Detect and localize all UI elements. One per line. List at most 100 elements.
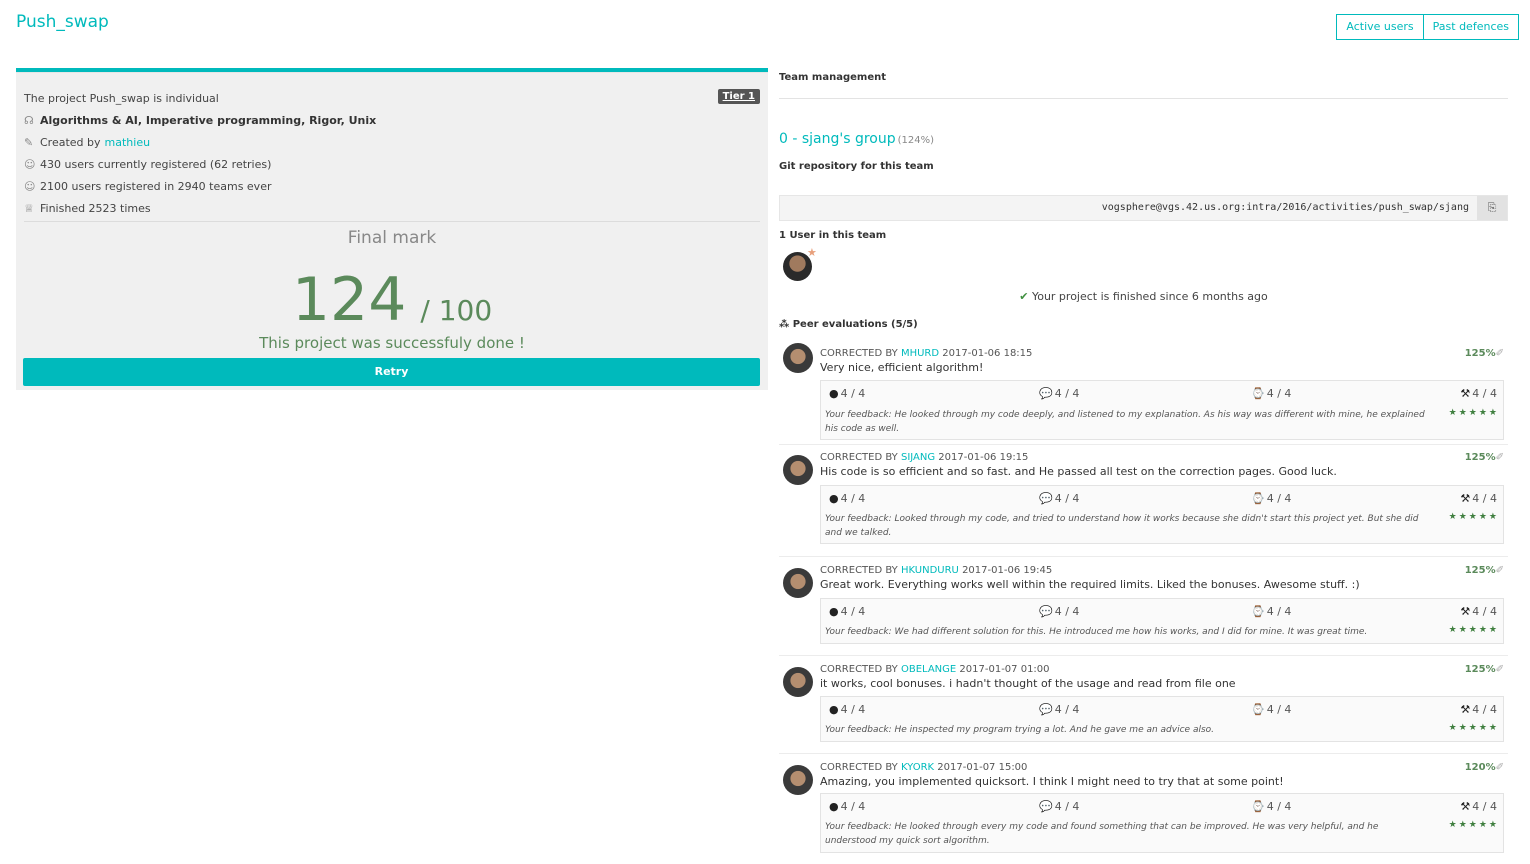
skills-icon: ☊: [24, 113, 34, 127]
criterion-4: ⚒ 4 / 4: [1460, 605, 1497, 618]
evaluation-date: 2017-01-07 01:00: [959, 664, 1050, 675]
group-pct: (124%): [897, 135, 935, 146]
evaluation-meta: CORRECTED BY mhurd 2017-01-06 18:15: [820, 348, 1032, 359]
criterion-value: 4 / 4: [1266, 387, 1292, 400]
avatar[interactable]: [783, 765, 813, 795]
edit-icon[interactable]: ✐: [1496, 452, 1504, 463]
peer-icon: ⁂: [779, 319, 790, 330]
avatar[interactable]: [783, 455, 813, 485]
evaluation-meta: CORRECTED BY sijang 2017-01-06 19:15: [820, 452, 1028, 463]
dot-icon: ●: [829, 703, 839, 716]
evaluation-date: 2017-01-07 15:00: [937, 762, 1028, 773]
retry-button[interactable]: Retry: [23, 358, 760, 386]
success-message: This project was successfuly done !: [259, 334, 525, 352]
avatar[interactable]: [783, 568, 813, 598]
evaluation-comment: Great work. Everything works well within…: [820, 578, 1360, 591]
check-icon: ✔: [1019, 290, 1029, 303]
watch-icon: ⌚: [1251, 492, 1265, 505]
teams-text: 2100 users registered in 2940 teams ever: [40, 179, 272, 193]
avatar[interactable]: [783, 667, 813, 697]
criterion-1: ● 4 / 4: [829, 492, 865, 505]
project-creator-line: ✎ Created by mathieu: [24, 131, 760, 153]
criterion-2: 💬 4 / 4: [1039, 800, 1079, 813]
team-management-heading: Team management: [779, 72, 887, 83]
avatar[interactable]: [783, 343, 813, 373]
criterion-3: ⌚ 4 / 4: [1251, 492, 1291, 505]
criterion-2: 💬 4 / 4: [1039, 605, 1079, 618]
evaluation-score: 125%✐: [1465, 348, 1504, 359]
criterion-value: 4 / 4: [1054, 703, 1080, 716]
divider: [24, 221, 760, 222]
watch-icon: ⌚: [1251, 703, 1265, 716]
final-mark: 124 / 100: [16, 265, 768, 335]
criterion-value: 4 / 4: [1266, 800, 1292, 813]
created-by-label: Created by: [40, 135, 101, 149]
dot-icon: ●: [829, 387, 839, 400]
evaluation-comment: His code is so efficient and so fast. an…: [820, 465, 1337, 478]
teams-line: ☺ 2100 users registered in 2940 teams ev…: [24, 175, 760, 197]
evaluation-score-value: 125%: [1464, 664, 1496, 675]
evaluation-date: 2017-01-06 19:15: [938, 452, 1029, 463]
evaluator-link[interactable]: mhurd: [901, 348, 939, 359]
project-skills-line: ☊ Algorithms & AI, Imperative programmin…: [24, 109, 760, 131]
evaluation-score: 125%✐: [1465, 452, 1504, 463]
criterion-4: ⚒ 4 / 4: [1460, 387, 1497, 400]
group-title: 0 - sjang's group (124%): [779, 131, 934, 147]
rating-stars: ★★★★★: [1448, 625, 1499, 635]
user-icon: ☺: [24, 179, 36, 193]
evaluation-item: CORRECTED BY kyork 2017-01-07 15:00 Amaz…: [779, 761, 1508, 857]
finished-status-text: Your project is finished since 6 months …: [1031, 290, 1268, 303]
criterion-4: ⚒ 4 / 4: [1460, 800, 1497, 813]
hammer-icon: ⚒: [1460, 703, 1471, 716]
criterion-2: 💬 4 / 4: [1039, 492, 1079, 505]
evaluator-link[interactable]: kyork: [901, 762, 934, 773]
project-type-line: The project Push_swap is individual: [24, 87, 760, 109]
watch-icon: ⌚: [1251, 387, 1265, 400]
evaluation-box: ● 4 / 4 💬 4 / 4 ⌚ 4 / 4 ⚒ 4 / 4 Your feedbac…: [820, 598, 1504, 644]
evaluation-item: CORRECTED BY mhurd 2017-01-06 18:15 Very…: [779, 339, 1508, 445]
final-mark-max: / 100: [420, 294, 493, 327]
evaluation-comment: it works, cool bonuses. i hadn't thought…: [820, 677, 1236, 690]
evaluation-comment: Amazing, you implemented quicksort. I th…: [820, 775, 1284, 788]
trophy-icon: ♕: [24, 201, 34, 215]
criterion-value: 4 / 4: [1266, 605, 1292, 618]
dot-icon: ●: [829, 492, 839, 505]
creator-icon: ✎: [24, 135, 34, 149]
corrected-by-label: CORRECTED BY: [820, 762, 898, 773]
criterion-2: 💬 4 / 4: [1039, 387, 1079, 400]
git-url[interactable]: vogsphere@vgs.42.us.org:intra/2016/activ…: [1102, 196, 1469, 220]
criterion-value: 4 / 4: [1266, 492, 1292, 505]
peer-evaluations-heading: ⁂ Peer evaluations (5/5): [779, 319, 918, 330]
dot-icon: ●: [829, 605, 839, 618]
edit-icon[interactable]: ✐: [1496, 762, 1504, 773]
evaluation-item: CORRECTED BY obelange 2017-01-07 01:00 i…: [779, 663, 1508, 754]
group-name[interactable]: 0 - sjang's group: [779, 131, 896, 147]
evaluation-box: ● 4 / 4 💬 4 / 4 ⌚ 4 / 4 ⚒ 4 / 4 Your feedbac…: [820, 485, 1504, 544]
evaluator-link[interactable]: obelange: [901, 664, 956, 675]
git-repo-box: vogsphere@vgs.42.us.org:intra/2016/activ…: [779, 195, 1508, 221]
criterion-value: 4 / 4: [1472, 703, 1497, 716]
hammer-icon: ⚒: [1460, 605, 1471, 618]
hammer-icon: ⚒: [1460, 492, 1471, 505]
edit-icon[interactable]: ✐: [1496, 348, 1504, 359]
evaluation-meta: CORRECTED BY obelange 2017-01-07 01:00: [820, 664, 1050, 675]
criterion-3: ⌚ 4 / 4: [1251, 605, 1291, 618]
edit-icon[interactable]: ✐: [1496, 664, 1504, 675]
evaluator-link[interactable]: hkunduru: [901, 565, 959, 576]
creator-link[interactable]: mathieu: [105, 136, 151, 149]
hammer-icon: ⚒: [1460, 800, 1471, 813]
final-mark-label: Final mark: [347, 228, 437, 248]
leader-star-icon: ★: [807, 246, 817, 259]
rating-stars: ★★★★★: [1448, 723, 1499, 733]
evaluation-comment: Very nice, efficient algorithm!: [820, 361, 984, 374]
evaluation-score-value: 125%: [1464, 565, 1496, 576]
criterion-value: 4 / 4: [840, 703, 866, 716]
corrected-by-label: CORRECTED BY: [820, 664, 898, 675]
evaluation-score: 125%✐: [1465, 664, 1504, 675]
dot-icon: ●: [829, 800, 839, 813]
evaluator-link[interactable]: sijang: [901, 452, 935, 463]
copy-button[interactable]: ⎘: [1477, 196, 1507, 220]
speech-icon: 💬: [1039, 492, 1053, 505]
user-icon: ☺: [24, 157, 36, 171]
edit-icon[interactable]: ✐: [1496, 565, 1504, 576]
